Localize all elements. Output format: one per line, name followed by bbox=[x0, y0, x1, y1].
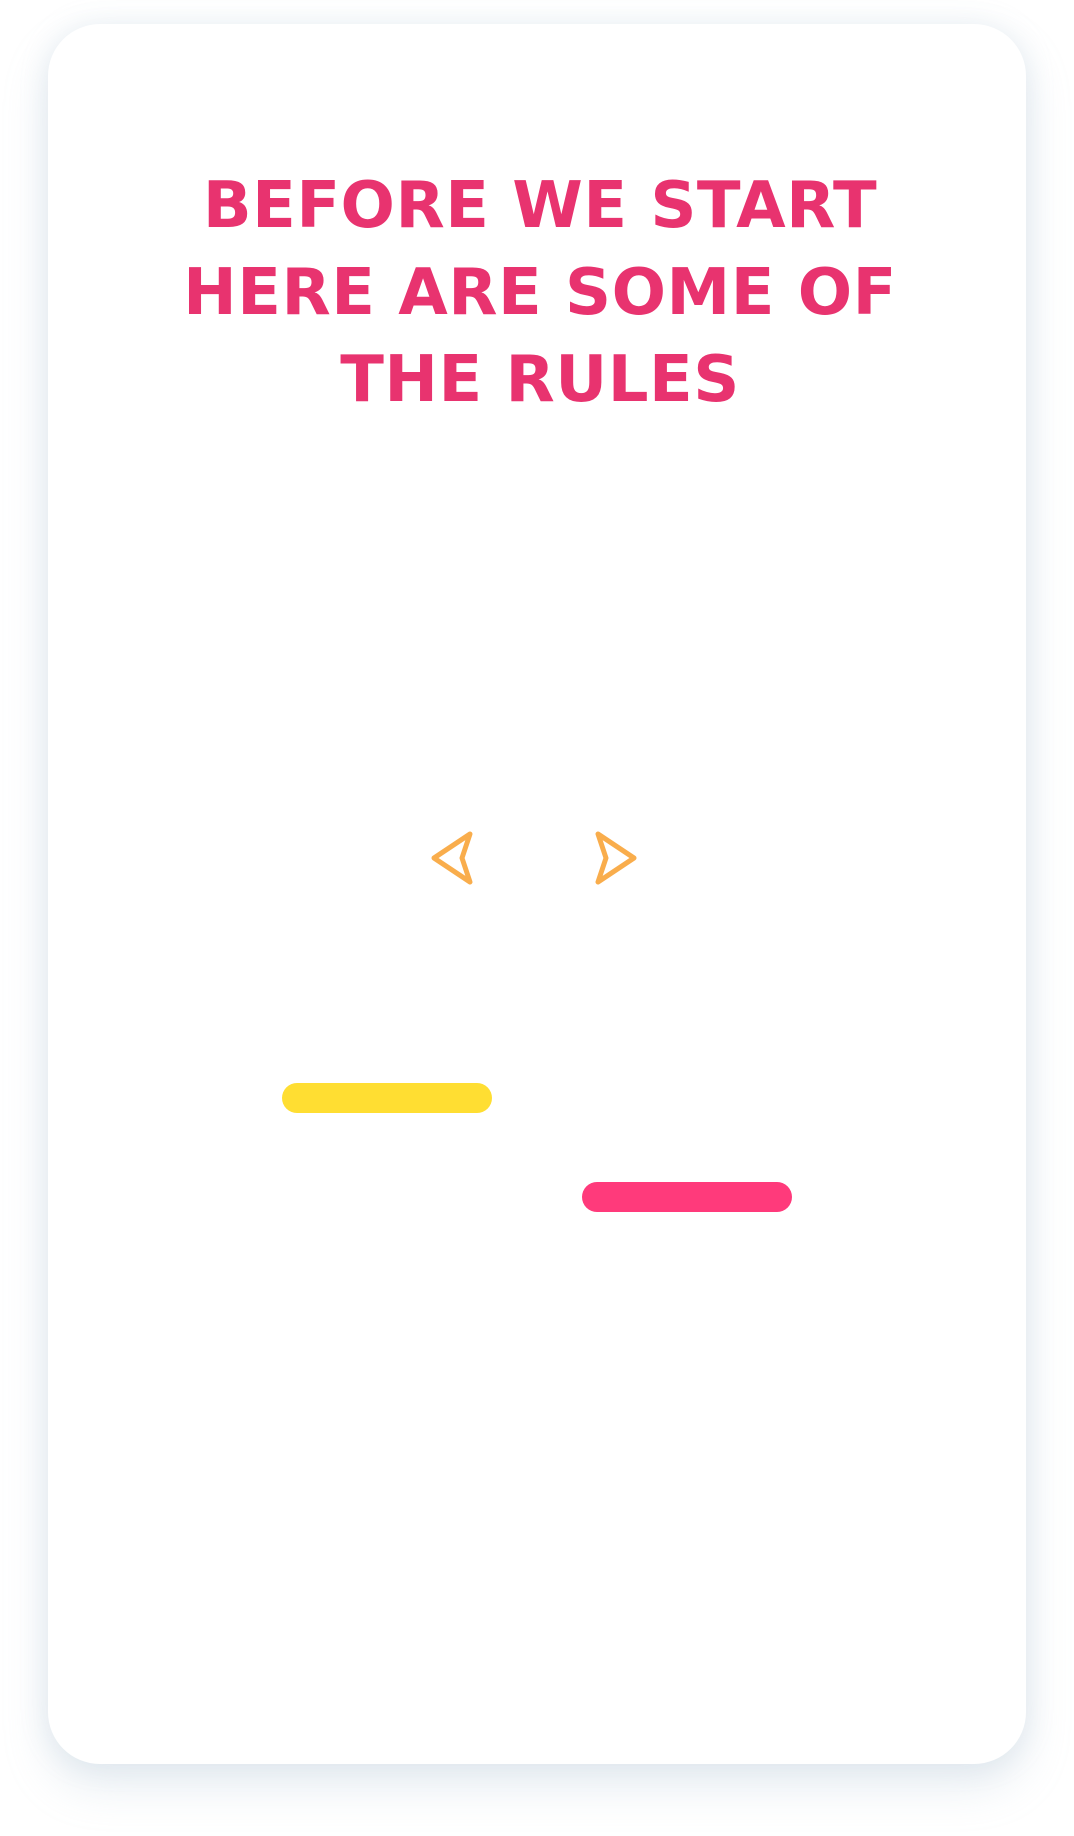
previous-button[interactable] bbox=[426, 828, 478, 888]
decorative-bar-pink bbox=[582, 1182, 792, 1212]
arrow-right-icon bbox=[595, 831, 637, 885]
decorative-bar-yellow bbox=[282, 1083, 492, 1113]
rules-title: BEFORE WE START HERE ARE SOME OF THE RUL… bbox=[183, 169, 897, 417]
next-button[interactable] bbox=[590, 828, 642, 888]
arrow-left-icon bbox=[431, 831, 473, 885]
